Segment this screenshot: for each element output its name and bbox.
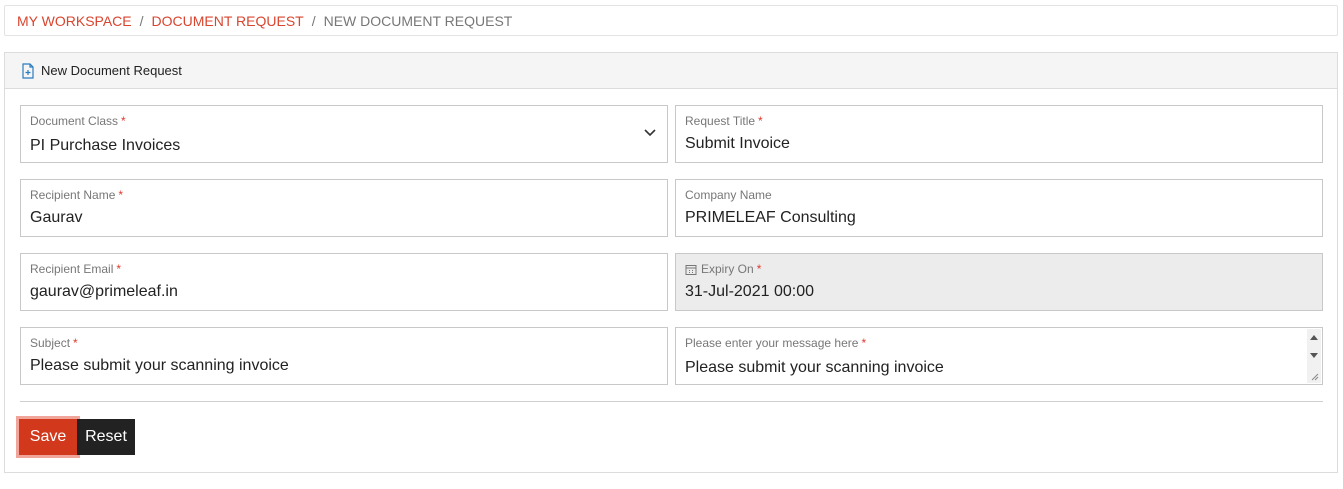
expiry-on-label-text: Expiry On <box>701 262 754 276</box>
required-marker: * <box>118 188 124 202</box>
panel-header: New Document Request <box>5 53 1337 89</box>
required-marker: * <box>121 114 126 128</box>
required-marker: * <box>756 262 762 276</box>
company-name-label: Company Name <box>685 188 1313 202</box>
request-title-field[interactable]: Request Title * <box>675 105 1323 163</box>
required-marker: * <box>116 262 122 276</box>
request-title-input[interactable] <box>685 134 1313 154</box>
save-button[interactable]: Save <box>19 419 77 455</box>
breadcrumb-document-request[interactable]: DOCUMENT REQUEST <box>152 13 304 29</box>
breadcrumb-my-workspace[interactable]: MY WORKSPACE <box>17 13 132 29</box>
recipient-name-label-text: Recipient Name <box>30 188 116 202</box>
recipient-name-field[interactable]: Recipient Name * <box>20 179 668 237</box>
breadcrumb-current: NEW DOCUMENT REQUEST <box>323 12 513 29</box>
message-label-text: Please enter your message here <box>685 336 859 350</box>
reset-button[interactable]: Reset <box>77 419 135 455</box>
subject-label: Subject * <box>30 336 658 350</box>
recipient-email-field[interactable]: Recipient Email * <box>20 253 668 311</box>
message-textarea[interactable]: Please submit your scanning invoice <box>685 358 1313 378</box>
document-class-label-text: Document Class <box>30 114 119 128</box>
recipient-email-label: Recipient Email * <box>30 262 658 276</box>
subject-label-text: Subject <box>30 336 71 350</box>
document-class-label: Document Class * <box>30 114 658 128</box>
breadcrumb-separator: / <box>139 12 144 29</box>
document-class-select[interactable]: Document Class * PI Purchase Invoices <box>20 105 668 163</box>
required-marker: * <box>758 114 763 128</box>
company-name-field[interactable]: Company Name <box>675 179 1323 237</box>
form-divider <box>20 401 1323 402</box>
expiry-on-field[interactable]: Expiry On * <box>675 253 1323 311</box>
expiry-on-input[interactable] <box>685 282 1313 302</box>
request-title-label-text: Request Title <box>685 114 756 128</box>
message-field[interactable]: Please enter your message here * Please s… <box>675 327 1323 385</box>
resize-handle-icon[interactable] <box>1309 371 1319 381</box>
recipient-name-label: Recipient Name * <box>30 188 658 202</box>
required-marker: * <box>861 336 867 350</box>
message-label: Please enter your message here * <box>685 336 1313 350</box>
chevron-down-icon[interactable] <box>643 128 657 138</box>
panel-title: New Document Request <box>41 63 182 78</box>
breadcrumb: MY WORKSPACE / DOCUMENT REQUEST / NEW DO… <box>4 5 1338 36</box>
recipient-email-label-text: Recipient Email <box>30 262 114 276</box>
document-add-icon <box>21 62 35 79</box>
scroll-down-arrow-icon[interactable] <box>1310 353 1318 358</box>
required-marker: * <box>73 336 78 350</box>
scroll-up-arrow-icon[interactable] <box>1310 335 1318 340</box>
breadcrumb-separator: / <box>311 12 316 29</box>
recipient-email-input[interactable] <box>30 282 658 302</box>
request-title-label: Request Title * <box>685 114 1313 128</box>
new-document-request-panel: New Document Request Document Class * PI … <box>4 52 1338 473</box>
company-name-input[interactable] <box>685 208 1313 228</box>
calendar-icon <box>685 264 697 275</box>
subject-field[interactable]: Subject * <box>20 327 668 385</box>
expiry-on-label: Expiry On * <box>685 262 1313 276</box>
document-class-value: PI Purchase Invoices <box>30 137 181 154</box>
subject-input[interactable] <box>30 356 658 376</box>
recipient-name-input[interactable] <box>30 208 658 228</box>
company-name-label-text: Company Name <box>685 188 772 202</box>
